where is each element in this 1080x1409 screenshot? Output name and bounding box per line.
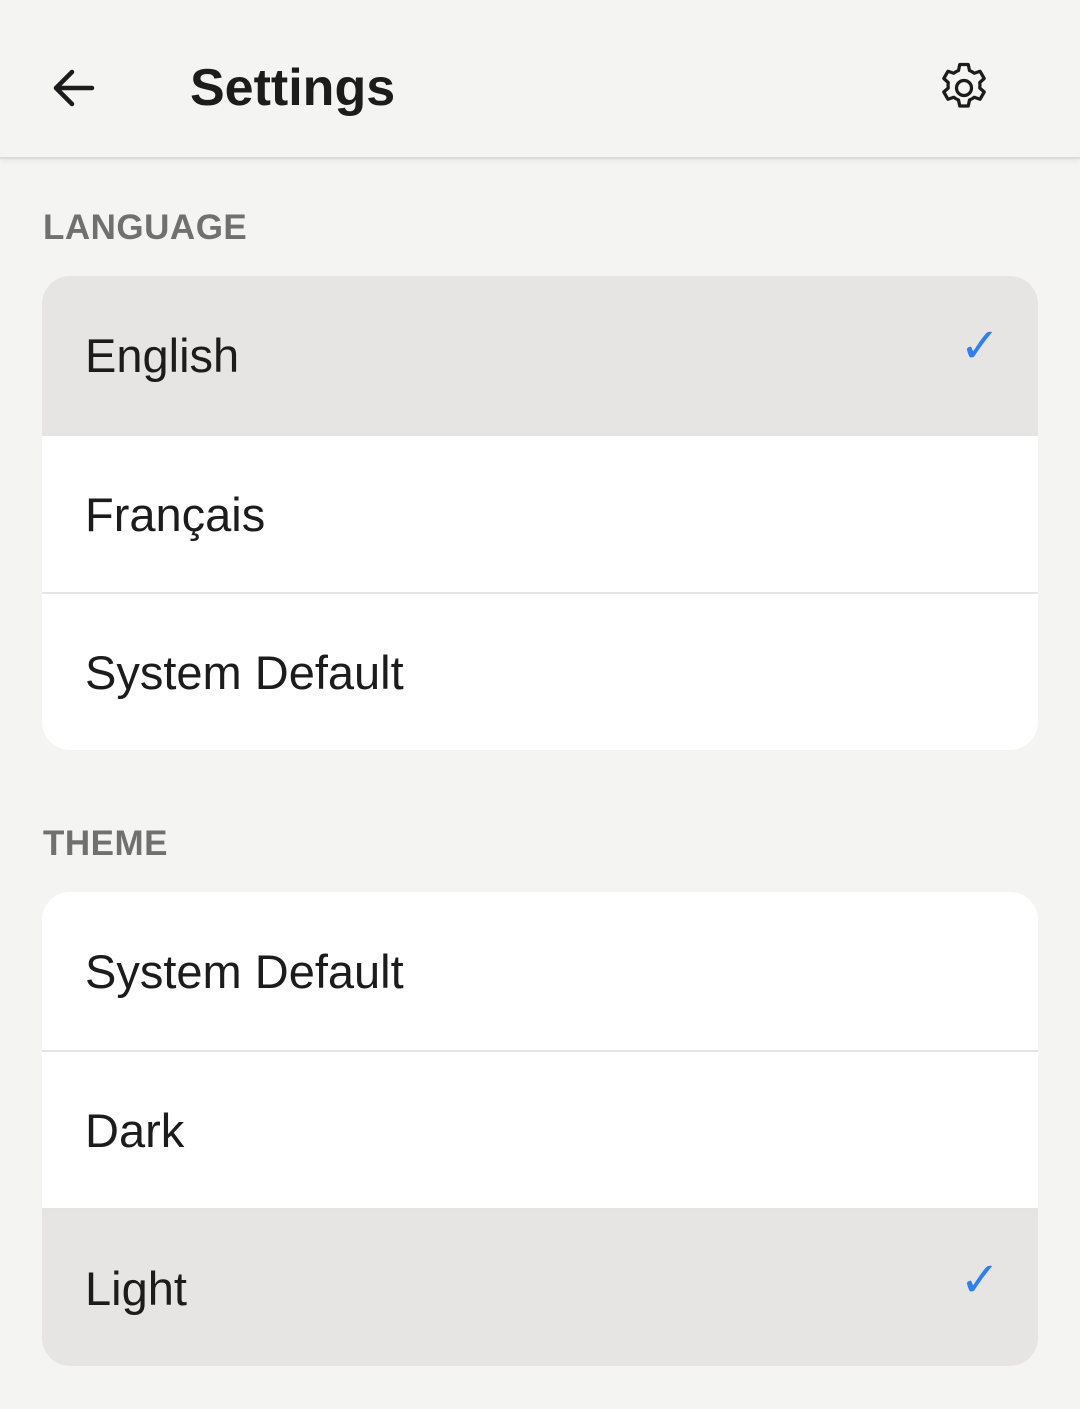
option-label: English (85, 328, 240, 382)
page-title: Settings (190, 59, 396, 117)
arrow-left-icon (53, 69, 95, 107)
option-label: Light (85, 1261, 187, 1315)
option-label: Français (85, 487, 266, 541)
language-option-francais[interactable]: Français (42, 434, 1038, 592)
theme-options-card: System Default Dark Light ✓ (42, 892, 1038, 1366)
language-options-card: English ✓ Français System Default (42, 276, 1038, 750)
language-option-system-default[interactable]: System Default (42, 592, 1038, 750)
theme-option-system-default[interactable]: System Default (42, 892, 1038, 1050)
checkmark-icon: ✓ (959, 318, 1000, 374)
checkmark-icon: ✓ (959, 1252, 1000, 1308)
language-option-english[interactable]: English ✓ (42, 276, 1038, 434)
top-app-bar: Settings (0, 0, 1080, 159)
option-label: Dark (85, 1103, 185, 1157)
option-label: System Default (85, 645, 404, 699)
theme-option-light[interactable]: Light ✓ (42, 1208, 1038, 1366)
option-label: System Default (85, 944, 404, 998)
back-button[interactable] (34, 48, 114, 128)
section-label-theme: THEME (43, 824, 168, 863)
theme-option-dark[interactable]: Dark (42, 1050, 1038, 1208)
gear-icon (942, 62, 986, 108)
settings-screen: Settings LANGUAGE English ✓ Français Sys… (0, 0, 1080, 1409)
settings-button[interactable] (924, 48, 1004, 128)
section-label-language: LANGUAGE (43, 208, 248, 247)
